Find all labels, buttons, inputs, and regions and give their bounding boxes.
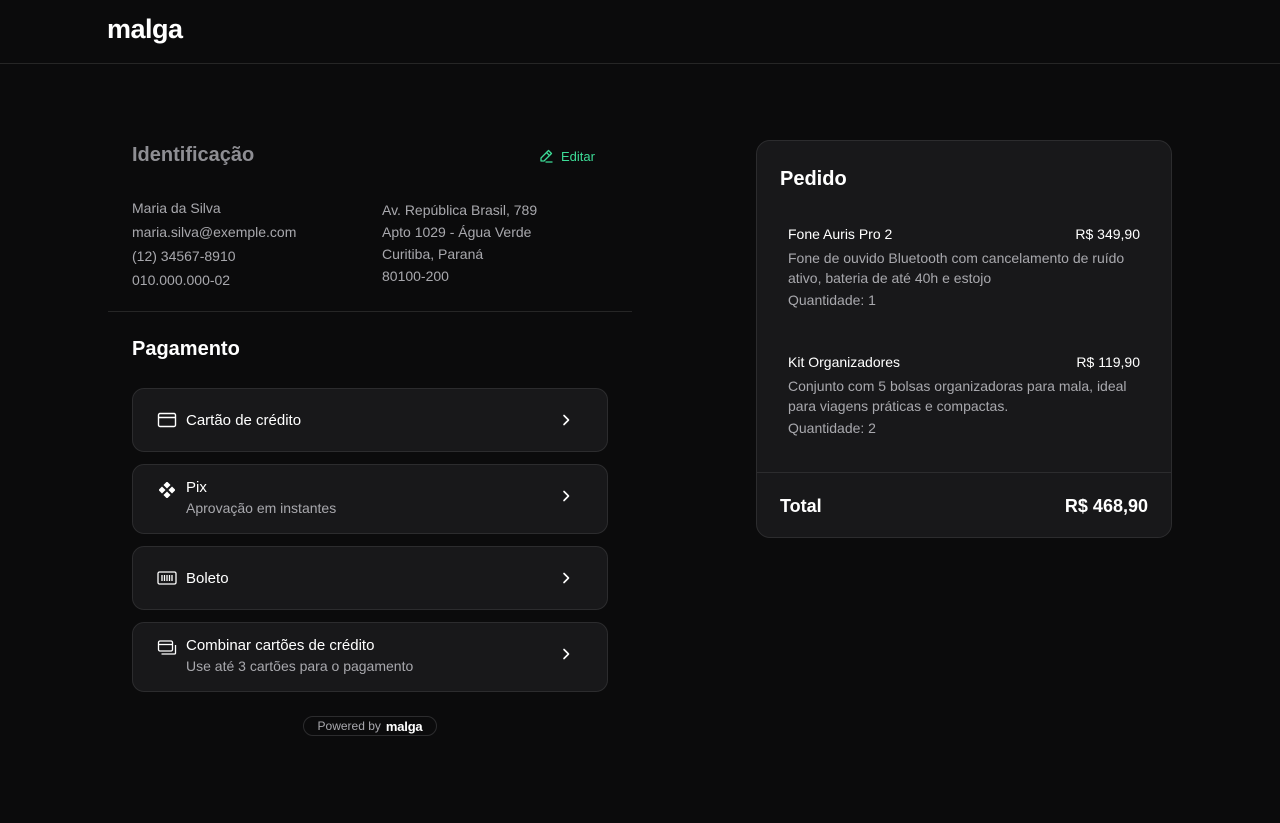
section-divider	[108, 311, 632, 312]
item-quantity: Quantidade: 1	[788, 292, 876, 308]
payment-option-label: Cartão de crédito	[186, 412, 302, 429]
item-quantity: Quantidade: 2	[788, 420, 876, 436]
payment-option-label: Combinar cartões de crédito	[186, 637, 375, 654]
item-name: Kit Organizadores	[788, 354, 901, 370]
barcode-icon	[157, 568, 177, 588]
customer-contact: Maria da Silva maria.silva@exemple.com (…	[132, 196, 296, 292]
address-zip: 80100-200	[382, 268, 449, 284]
order-item: Kit Organizadores R$ 119,90 Conjunto com…	[788, 354, 1140, 444]
payment-option-label: Boleto	[186, 570, 229, 587]
payment-option-boleto[interactable]: Boleto	[132, 546, 608, 610]
payment-option-pix[interactable]: Pix Aprovação em instantes	[132, 464, 608, 534]
pencil-icon	[540, 149, 553, 163]
address-line1: Av. República Brasil, 789	[382, 202, 538, 218]
powered-by-brand: malga	[385, 718, 423, 734]
edit-label: Editar	[561, 148, 595, 164]
order-title: Pedido	[780, 168, 847, 190]
chevron-right-icon	[563, 572, 570, 584]
customer-email: maria.silva@exemple.com	[132, 224, 297, 240]
payment-option-sublabel: Use até 3 cartões para o pagamento	[186, 658, 414, 674]
payment-option-label: Pix	[186, 479, 207, 496]
powered-by-badge[interactable]: Powered by malga	[303, 716, 437, 736]
edit-button[interactable]: Editar	[538, 147, 595, 165]
payment-option-sublabel: Aprovação em instantes	[186, 500, 337, 516]
powered-by-text: Powered by	[317, 719, 381, 733]
pix-icon	[157, 480, 177, 500]
cards-icon	[157, 638, 177, 658]
address-line2: Apto 1029 - Água Verde	[382, 224, 532, 240]
item-description: Conjunto com 5 bolsas organizadoras para…	[788, 378, 1127, 414]
top-bar: malga	[0, 0, 1280, 64]
order-summary-card: Pedido Fone Auris Pro 2 R$ 349,90 Fone d…	[756, 140, 1172, 538]
order-item: Fone Auris Pro 2 R$ 349,90 Fone de ouvid…	[788, 226, 1140, 316]
payment-option-combine-cards[interactable]: Combinar cartões de crédito Use até 3 ca…	[132, 622, 608, 692]
chevron-right-icon	[563, 648, 570, 660]
total-label: Total	[780, 496, 822, 516]
malga-logo[interactable]: malga	[107, 14, 183, 45]
item-name: Fone Auris Pro 2	[788, 226, 893, 242]
chevron-right-icon	[563, 490, 570, 502]
order-divider	[757, 472, 1171, 473]
item-description: Fone de ouvido Bluetooth com cancelament…	[788, 250, 1125, 286]
customer-document: 010.000.000-02	[132, 272, 231, 288]
customer-address: Av. República Brasil, 789 Apto 1029 - Ág…	[382, 199, 537, 287]
customer-phone: (12) 34567-8910	[132, 248, 236, 264]
credit-card-icon	[157, 410, 177, 430]
chevron-right-icon	[563, 414, 570, 426]
payment-option-credit-card[interactable]: Cartão de crédito	[132, 388, 608, 452]
item-price: R$ 349,90	[1075, 226, 1140, 242]
customer-name: Maria da Silva	[132, 200, 221, 216]
identification-title: Identificação	[132, 144, 255, 166]
address-city-state: Curitiba, Paraná	[382, 246, 484, 262]
item-price: R$ 119,90	[1076, 354, 1140, 370]
payment-title: Pagamento	[132, 338, 240, 360]
total-value: R$ 468,90	[1064, 496, 1148, 516]
